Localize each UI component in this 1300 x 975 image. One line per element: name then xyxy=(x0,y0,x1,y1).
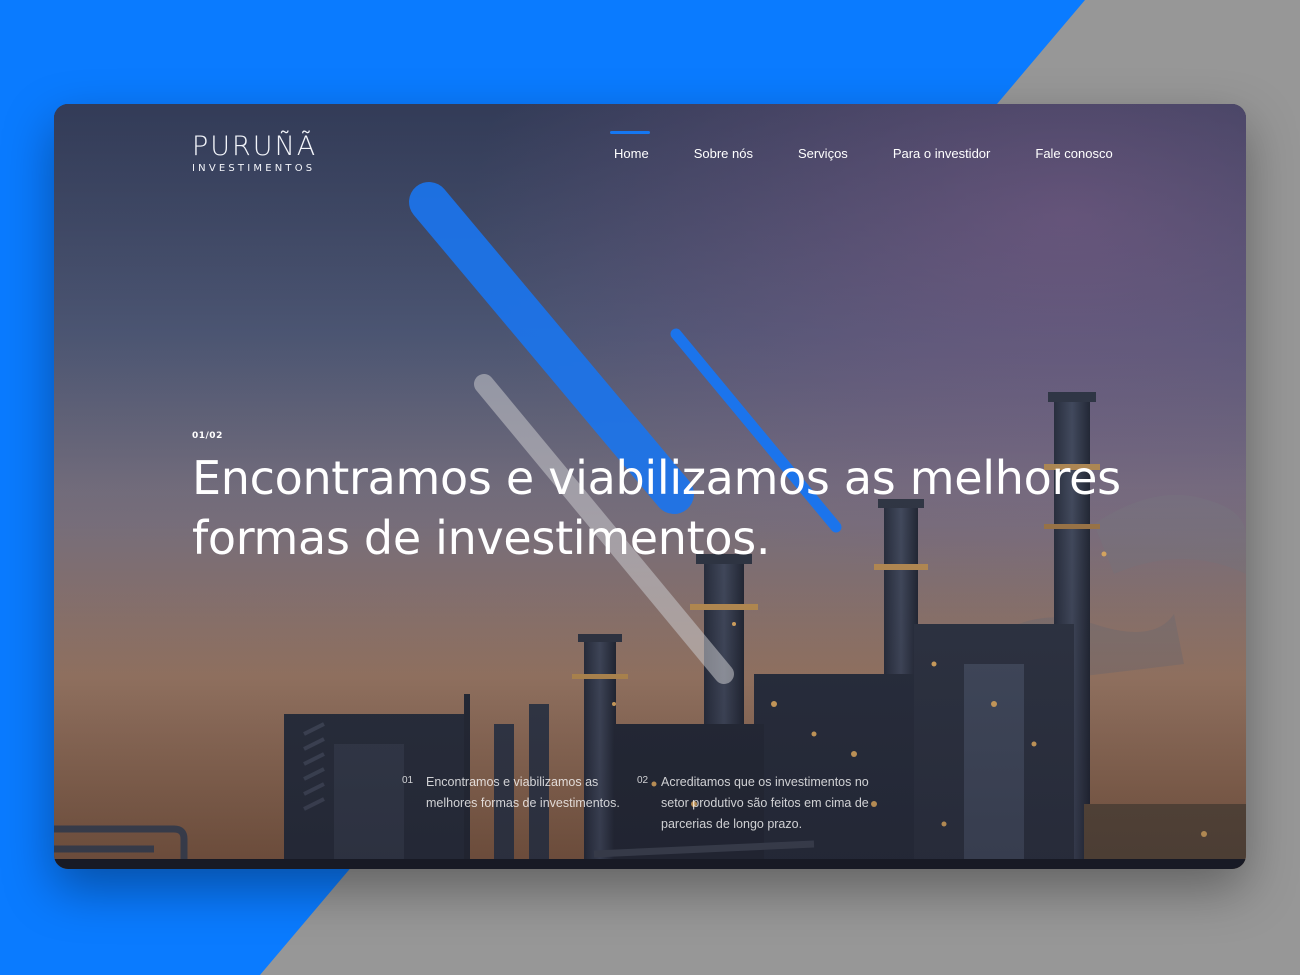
nav-item-para-o-investidor[interactable]: Para o investidor xyxy=(893,146,991,161)
hero-headline-line1: Encontramos e viabilizamos as melhores xyxy=(192,451,1121,505)
nav-item-home[interactable]: Home xyxy=(610,131,650,161)
feature-slide-01[interactable]: 01 Encontramos e viabilizamos as melhore… xyxy=(402,772,632,814)
feature-text: Encontramos e viabilizamos as melhores f… xyxy=(426,775,620,810)
brand-logo[interactable]: PURUÑÃ INVESTIMENTOS xyxy=(192,131,318,175)
brand-tagline: INVESTIMENTOS xyxy=(192,163,316,174)
hero-headline: Encontramos e viabilizamos as melhores f… xyxy=(192,448,1152,568)
nav-item-servicos[interactable]: Serviços xyxy=(798,146,848,161)
nav-item-sobre-nos[interactable]: Sobre nós xyxy=(694,146,753,161)
feature-number: 01 xyxy=(402,775,414,786)
slide-counter: 01/02 xyxy=(192,431,223,441)
main-nav: Home Sobre nós Serviços Para o investido… xyxy=(610,104,1158,204)
brand-name: PURUÑÃ xyxy=(192,131,318,162)
feature-slide-02[interactable]: 02 Acreditamos que os investimentos no s… xyxy=(637,772,887,835)
hero-headline-line2: formas de investimentos. xyxy=(192,511,771,565)
feature-number: 02 xyxy=(637,775,649,786)
website-preview-card: PURUÑÃ INVESTIMENTOS Home Sobre nós Serv… xyxy=(54,104,1246,869)
feature-text: Acreditamos que os investimentos no seto… xyxy=(661,775,869,831)
nav-item-fale-conosco[interactable]: Fale conosco xyxy=(1035,146,1112,161)
